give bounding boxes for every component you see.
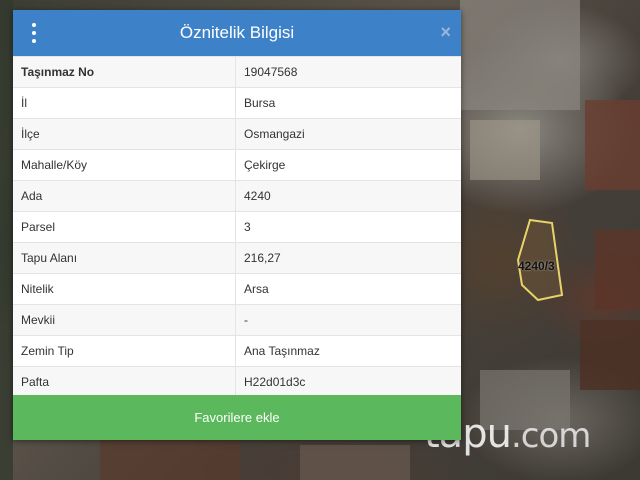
building-roof [595, 230, 640, 310]
attribute-value: - [235, 304, 461, 336]
attribute-key: İlçe [13, 118, 236, 150]
attribute-value: Osmangazi [235, 118, 461, 150]
table-row: Mahalle/Köy Çekirge [13, 149, 461, 181]
attribute-key: Zemin Tip [13, 335, 236, 367]
attribute-value: 4240 [235, 180, 461, 212]
attribute-value: H22d01d3c [235, 366, 461, 397]
table-row: Mevkii - [13, 304, 461, 336]
building-roof [460, 0, 580, 110]
table-row: Ada 4240 [13, 180, 461, 212]
building-roof [0, 0, 13, 480]
attribute-value: Çekirge [235, 149, 461, 181]
attribute-key: İl [13, 87, 236, 119]
table-row: Tapu Alanı 216,27 [13, 242, 461, 274]
attribute-value: Arsa [235, 273, 461, 305]
attribute-value: Ana Taşınmaz [235, 335, 461, 367]
add-to-favorites-button[interactable]: Favorilere ekle [13, 395, 461, 440]
table-row: İlçe Osmangazi [13, 118, 461, 150]
building-roof [100, 440, 240, 480]
attribute-value: 216,27 [235, 242, 461, 274]
building-roof [300, 445, 410, 480]
table-row: Nitelik Arsa [13, 273, 461, 305]
building-roof [585, 100, 640, 190]
attribute-key: Parsel [13, 211, 236, 243]
building-roof [580, 320, 640, 390]
dialog-title: Öznitelik Bilgisi [179, 23, 295, 42]
attribute-key: Nitelik [13, 273, 236, 305]
table-row: Taşınmaz No 19047568 [13, 56, 461, 88]
attribute-table: Taşınmaz No 19047568 İl Bursa İlçe Osmangazi M… [13, 56, 461, 397]
parcel-label: 4240/3 [518, 259, 555, 273]
attribute-value: 3 [235, 211, 461, 243]
table-row: İl Bursa [13, 87, 461, 119]
table-row: Pafta H22d01d3c [13, 366, 461, 397]
attribute-key: Tapu Alanı [13, 242, 236, 274]
table-row: Zemin Tip Ana Taşınmaz [13, 335, 461, 367]
attribute-key: Pafta [13, 366, 236, 397]
building-roof [470, 120, 540, 180]
attribute-key: Taşınmaz No [13, 56, 236, 88]
attribute-value: 19047568 [235, 56, 461, 88]
attribute-value: Bursa [235, 87, 461, 119]
close-icon[interactable]: × [440, 22, 451, 43]
attribute-key: Mahalle/Köy [13, 149, 236, 181]
attribute-key: Ada [13, 180, 236, 212]
vertical-dots-icon[interactable] [29, 23, 39, 43]
dialog-header: Öznitelik Bilgisi × [13, 10, 461, 56]
table-row: Parsel 3 [13, 211, 461, 243]
attribute-key: Mevkii [13, 304, 236, 336]
attribute-dialog: Öznitelik Bilgisi × Taşınmaz No 19047568 İ… [13, 10, 461, 440]
